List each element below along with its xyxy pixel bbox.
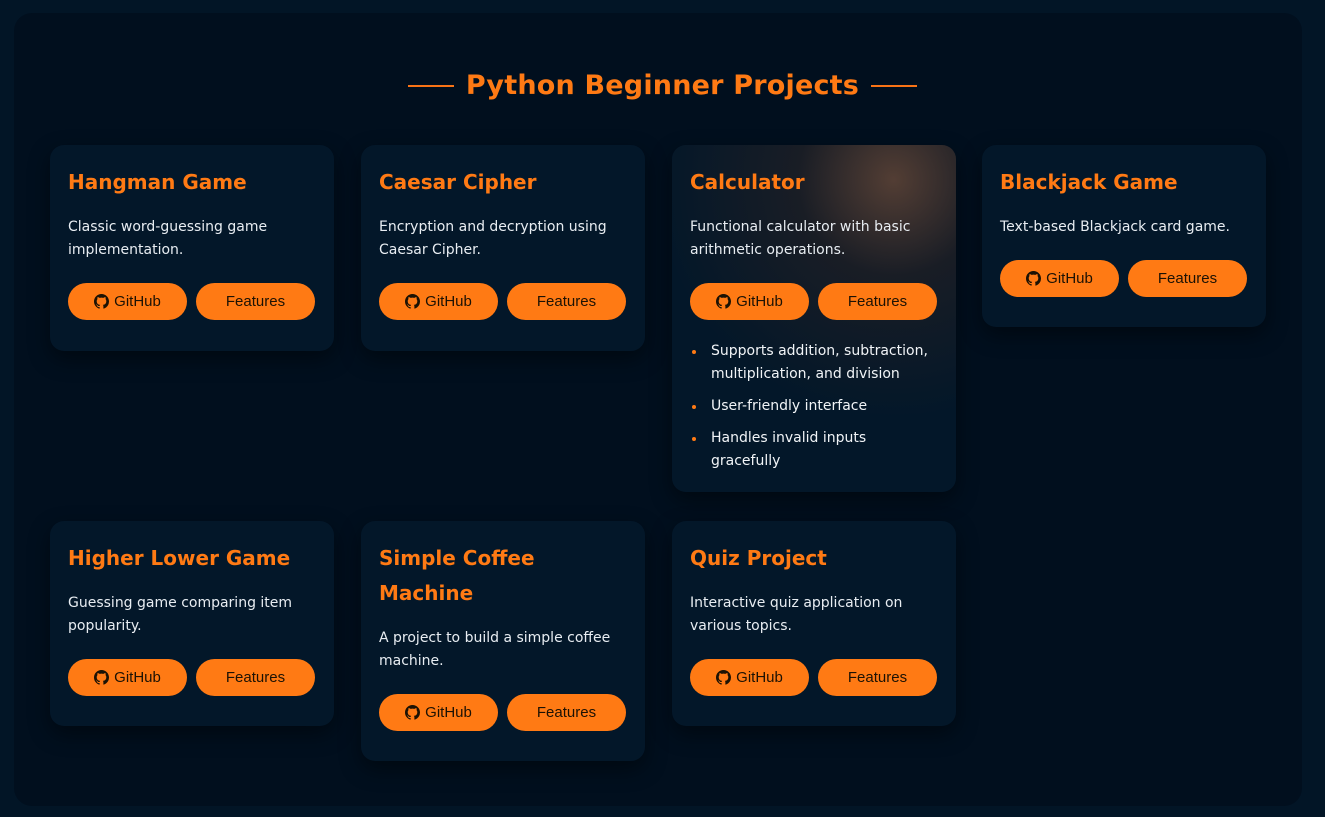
github-button[interactable]: GitHub bbox=[68, 659, 187, 696]
features-label: Features bbox=[536, 293, 597, 310]
project-actions: GitHub Features bbox=[1000, 260, 1248, 297]
project-title: Hangman Game bbox=[68, 170, 247, 194]
features-button[interactable]: Features bbox=[818, 283, 937, 320]
github-button[interactable]: GitHub bbox=[68, 283, 187, 320]
project-description: Encryption and decryption using Caesar C… bbox=[379, 219, 607, 258]
project-description: Guessing game comparing item popularity. bbox=[68, 595, 293, 634]
project-title: Blackjack Game bbox=[1000, 170, 1178, 194]
github-label: GitHub bbox=[736, 293, 783, 310]
github-icon bbox=[405, 294, 421, 309]
features-label: Features bbox=[536, 704, 597, 721]
github-icon bbox=[405, 705, 421, 720]
github-button[interactable]: GitHub bbox=[379, 694, 498, 731]
github-icon bbox=[94, 670, 110, 685]
features-button[interactable]: Features bbox=[507, 283, 626, 320]
github-label: GitHub bbox=[736, 669, 783, 686]
project-description: A project to build a simple coffee machi… bbox=[379, 630, 611, 669]
features-button[interactable]: Features bbox=[818, 659, 937, 696]
page-title: Python Beginner Projects bbox=[465, 70, 860, 101]
project-actions: GitHub Features bbox=[690, 283, 938, 320]
github-icon bbox=[716, 294, 732, 309]
project-title: Simple Coffee Machine bbox=[379, 546, 535, 605]
github-button[interactable]: GitHub bbox=[690, 659, 809, 696]
feature-item: Handles invalid inputs gracefully bbox=[690, 427, 938, 473]
project-actions: GitHub Features bbox=[379, 694, 627, 731]
project-card-quiz: Quiz Project Interactive quiz applicatio… bbox=[672, 521, 956, 726]
features-label: Features bbox=[847, 669, 908, 686]
github-icon bbox=[1026, 271, 1042, 286]
project-actions: GitHub Features bbox=[68, 659, 316, 696]
project-card-caesar-cipher: Caesar Cipher Encryption and decryption … bbox=[361, 145, 645, 351]
project-title: Caesar Cipher bbox=[379, 170, 537, 194]
project-title: Quiz Project bbox=[690, 546, 827, 570]
features-button[interactable]: Features bbox=[196, 659, 315, 696]
project-card-higher-lower: Higher Lower Game Guessing game comparin… bbox=[50, 521, 334, 726]
section-heading: Python Beginner Projects bbox=[0, 70, 1325, 101]
github-label: GitHub bbox=[425, 293, 472, 310]
heading-rule-right bbox=[871, 84, 918, 87]
feature-list: Supports addition, subtraction, multipli… bbox=[690, 340, 938, 473]
project-title: Calculator bbox=[690, 170, 805, 194]
features-label: Features bbox=[225, 669, 286, 686]
feature-item: Supports addition, subtraction, multipli… bbox=[690, 340, 938, 386]
project-card-blackjack: Blackjack Game Text-based Blackjack card… bbox=[982, 145, 1266, 327]
project-card-calculator: Calculator Functional calculator with ba… bbox=[672, 145, 956, 492]
project-title: Higher Lower Game bbox=[68, 546, 291, 570]
github-button[interactable]: GitHub bbox=[379, 283, 498, 320]
github-icon bbox=[716, 670, 732, 685]
project-description: Interactive quiz application on various … bbox=[690, 595, 903, 634]
github-label: GitHub bbox=[1046, 270, 1093, 287]
features-button[interactable]: Features bbox=[196, 283, 315, 320]
project-actions: GitHub Features bbox=[68, 283, 316, 320]
github-button[interactable]: GitHub bbox=[1000, 260, 1119, 297]
feature-item: User-friendly interface bbox=[690, 395, 938, 418]
project-description: Text-based Blackjack card game. bbox=[1000, 219, 1230, 235]
project-actions: GitHub Features bbox=[379, 283, 627, 320]
project-actions: GitHub Features bbox=[690, 659, 938, 696]
github-label: GitHub bbox=[425, 704, 472, 721]
features-label: Features bbox=[847, 293, 908, 310]
github-icon bbox=[94, 294, 110, 309]
features-label: Features bbox=[1157, 270, 1218, 287]
github-button[interactable]: GitHub bbox=[690, 283, 809, 320]
project-description: Functional calculator with basic arithme… bbox=[690, 219, 911, 258]
features-label: Features bbox=[225, 293, 286, 310]
project-card-hangman: Hangman Game Classic word-guessing game … bbox=[50, 145, 334, 351]
heading-rule-left bbox=[407, 84, 454, 87]
project-description: Classic word-guessing game implementatio… bbox=[68, 219, 268, 258]
features-button[interactable]: Features bbox=[507, 694, 626, 731]
project-card-coffee-machine: Simple Coffee Machine A project to build… bbox=[361, 521, 645, 761]
features-button[interactable]: Features bbox=[1128, 260, 1247, 297]
github-label: GitHub bbox=[114, 669, 161, 686]
github-label: GitHub bbox=[114, 293, 161, 310]
